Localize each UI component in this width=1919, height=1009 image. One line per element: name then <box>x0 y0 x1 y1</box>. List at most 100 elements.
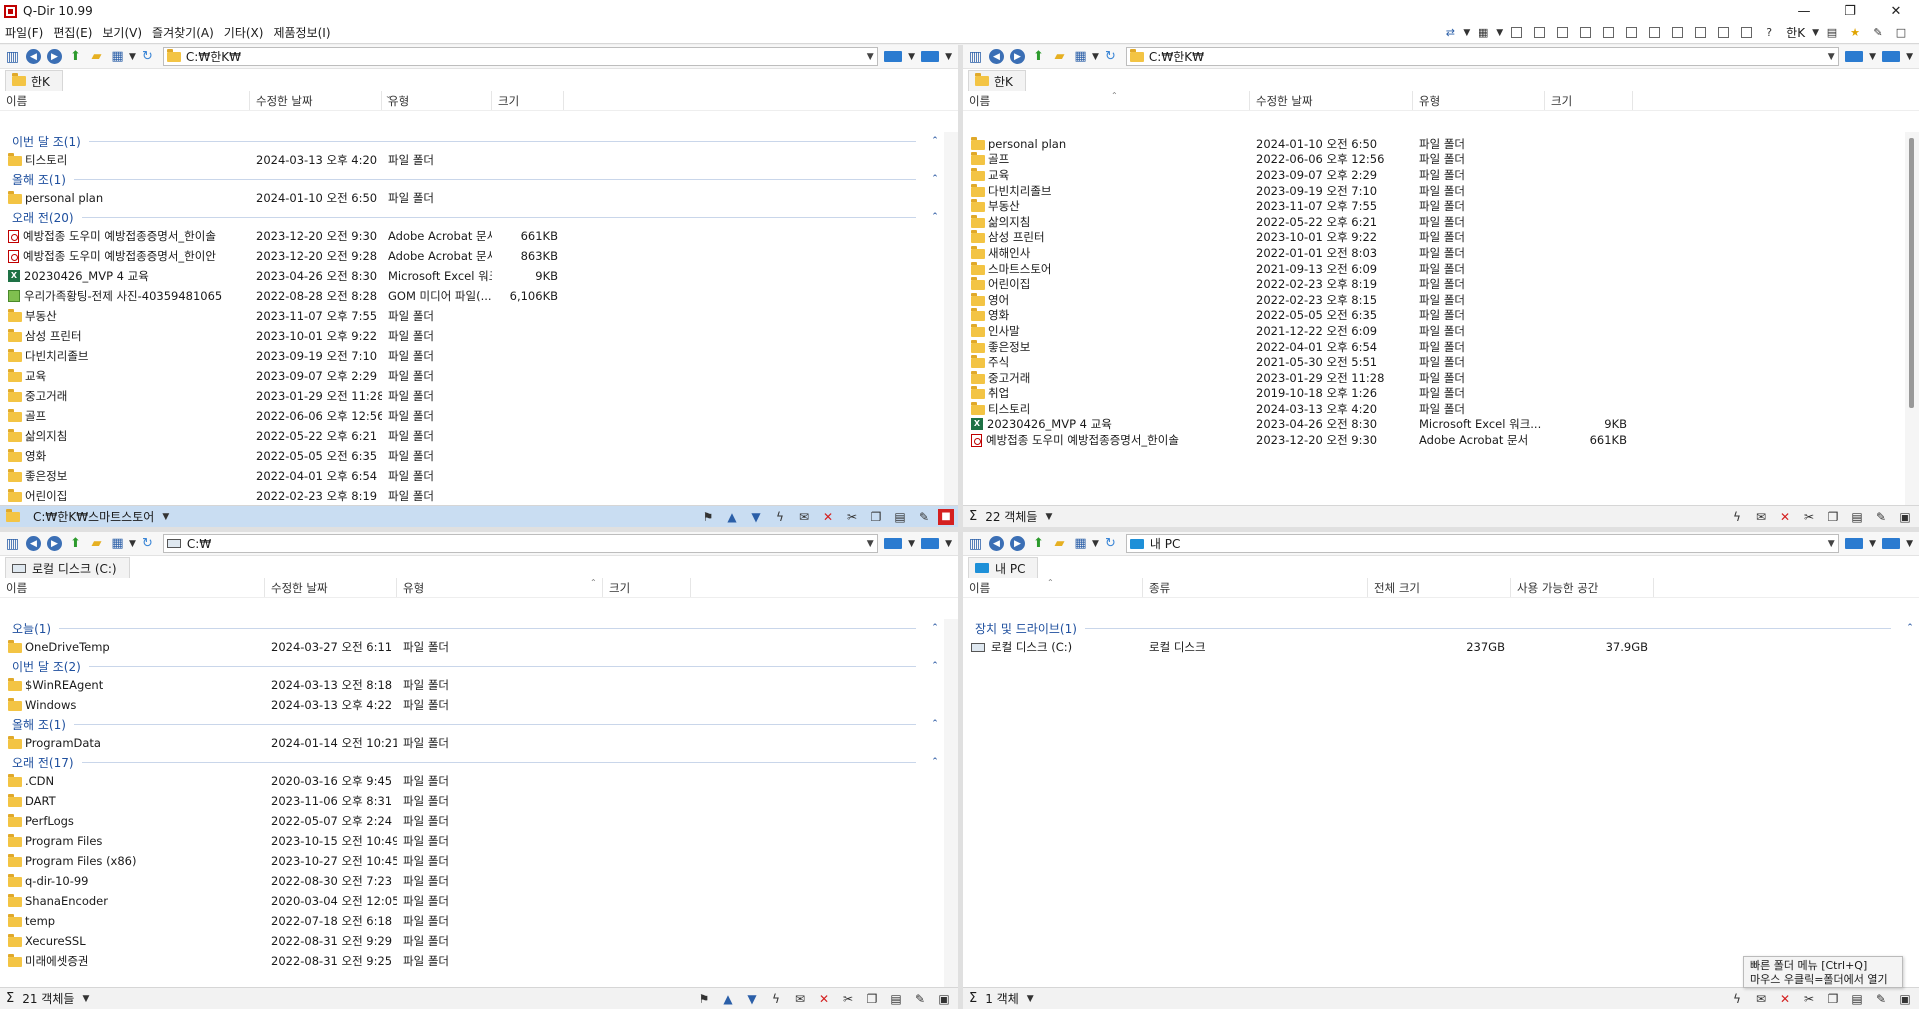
address-bar[interactable]: C:₩ ▼ <box>162 534 879 553</box>
list-item[interactable]: 삼성 프린터 2023-10-01 오후 9:22 파일 폴더 <box>0 326 944 346</box>
item-name[interactable]: Windows <box>0 698 265 712</box>
refresh-icon[interactable]: ↻ <box>1101 534 1120 553</box>
item-name[interactable]: 새해인사 <box>963 245 1250 261</box>
item-name[interactable]: temp <box>0 914 265 928</box>
star-icon[interactable]: ★ <box>1845 25 1865 41</box>
rename-icon[interactable]: ✎ <box>1871 990 1891 1008</box>
list-item[interactable]: 골프 2022-06-06 오후 12:56 파일 폴더 <box>963 152 1905 168</box>
view-mode-icon[interactable]: ▦ <box>108 534 127 553</box>
up-icon[interactable]: ⬆ <box>1029 534 1048 553</box>
mail-icon[interactable]: ✉ <box>1751 508 1771 526</box>
back-icon[interactable]: ◀ <box>26 536 41 551</box>
list-item[interactable]: 주식 2021-05-30 오전 5:51 파일 폴더 <box>963 354 1905 370</box>
list-item[interactable]: 미래에셋증권 2022-08-31 오전 9:25 파일 폴더 <box>0 951 944 971</box>
item-name[interactable]: 교육 <box>0 368 250 384</box>
column-name[interactable]: 이름 <box>0 578 265 597</box>
column-date[interactable]: 수정한 날짜 <box>250 91 382 110</box>
group-header[interactable]: 이번 달 조(1) ⌃ <box>0 132 944 150</box>
delete-icon[interactable]: ✕ <box>818 508 838 526</box>
up-icon[interactable]: ⬆ <box>66 534 85 553</box>
chevron-up-icon[interactable]: ⌃ <box>926 136 944 146</box>
monitor-2-icon[interactable] <box>921 51 940 62</box>
chevron-up-icon[interactable]: ⌃ <box>926 212 944 222</box>
list-item[interactable]: 티스토리 2024-03-13 오후 4:20 파일 폴더 <box>963 401 1905 417</box>
list-item[interactable]: 다빈치리졸브 2023-09-19 오전 7:10 파일 폴더 <box>0 346 944 366</box>
refresh-icon[interactable]: ↻ <box>138 534 157 553</box>
list-item[interactable]: 우리가족황팅-전제 사진-40359481065 2022-08-28 오전 8:… <box>0 286 944 306</box>
item-name[interactable]: 다빈치리졸브 <box>0 348 250 364</box>
list-item[interactable]: 스마트스토어 2021-09-13 오전 6:09 파일 폴더 <box>963 261 1905 277</box>
up-icon[interactable]: ⬆ <box>66 47 85 66</box>
item-name[interactable]: 티스토리 <box>963 401 1250 417</box>
scrollbar[interactable] <box>1905 132 1919 505</box>
scrollbar[interactable] <box>944 132 958 505</box>
column-type[interactable]: 유형 <box>1413 91 1545 110</box>
item-name[interactable]: 예방접종 도우미 예방접종증명서_한이솔 <box>963 432 1250 448</box>
column-size[interactable]: 크기 <box>603 578 691 597</box>
menu-info[interactable]: 제품정보(I) <box>268 24 335 41</box>
item-name[interactable]: 삼성 프린터 <box>963 229 1250 245</box>
list-item[interactable]: 좋은정보 2022-04-01 오후 6:54 파일 폴더 <box>0 466 944 486</box>
rename-icon[interactable]: ✎ <box>914 508 934 526</box>
menu-view[interactable]: 보기(V) <box>97 24 147 41</box>
forward-icon[interactable]: ▶ <box>1010 536 1025 551</box>
up-icon[interactable]: ⬆ <box>1029 47 1048 66</box>
item-name[interactable]: 좋은정보 <box>963 339 1250 355</box>
flash-icon[interactable]: ϟ <box>766 990 786 1008</box>
panel-icon[interactable]: ▥ <box>3 47 22 66</box>
move-down-icon[interactable]: ▼ <box>742 990 762 1008</box>
layout-6-icon[interactable] <box>1621 25 1641 41</box>
item-name[interactable]: DART <box>0 794 265 808</box>
list-item[interactable]: 영화 2022-05-05 오전 6:35 파일 폴더 <box>963 308 1905 324</box>
list-item[interactable]: 새해인사 2022-01-01 오전 8:03 파일 폴더 <box>963 245 1905 261</box>
address-text[interactable]: 내 PC <box>1150 535 1824 552</box>
copy-icon[interactable]: ❐ <box>1823 990 1843 1008</box>
chevron-up-icon[interactable]: ⌃ <box>926 661 944 671</box>
list-item[interactable]: 어린이집 2022-02-23 오후 8:19 파일 폴더 <box>963 276 1905 292</box>
chevron-down-icon[interactable]: ▼ <box>863 52 877 62</box>
item-name[interactable]: .CDN <box>0 774 265 788</box>
list-item[interactable]: 삶의지침 2022-05-22 오후 6:21 파일 폴더 <box>963 214 1905 230</box>
maximize-button[interactable]: ❐ <box>1827 0 1873 22</box>
chevron-up-icon[interactable]: ⌃ <box>926 719 944 729</box>
new-folder-icon[interactable]: ▰ <box>87 47 106 66</box>
menu-favorites[interactable]: 즐겨찾기(A) <box>147 24 219 41</box>
column-date[interactable]: 수정한 날짜 <box>265 578 397 597</box>
list-item[interactable]: 삼성 프린터 2023-10-01 오후 9:22 파일 폴더 <box>963 230 1905 246</box>
item-name[interactable]: Program Files (x86) <box>0 854 265 868</box>
paste-icon[interactable]: ▤ <box>1847 990 1867 1008</box>
copy-icon[interactable]: ❐ <box>862 990 882 1008</box>
refresh-icon[interactable]: ↻ <box>138 47 157 66</box>
window-icon[interactable]: □ <box>1891 25 1911 41</box>
item-name[interactable]: 우리가족황팅-전제 사진-40359481065 <box>0 288 250 304</box>
move-down-icon[interactable]: ▼ <box>746 508 766 526</box>
scrollbar[interactable] <box>944 619 958 987</box>
layout-5-icon[interactable] <box>1598 25 1618 41</box>
monitor-icon[interactable] <box>884 51 903 62</box>
paste-icon[interactable]: ▤ <box>1847 508 1867 526</box>
item-name[interactable]: Program Files <box>0 834 265 848</box>
item-name[interactable]: 부동산 <box>963 198 1250 214</box>
cut-icon[interactable]: ✂ <box>842 508 862 526</box>
list-item[interactable]: OneDriveTemp 2024-03-27 오전 6:11 파일 폴더 <box>0 637 944 657</box>
item-name[interactable]: 미래에셋증권 <box>0 953 265 969</box>
item-name[interactable]: XecureSSL <box>0 934 265 948</box>
group-header[interactable]: 오래 전(17) ⌃ <box>0 753 944 771</box>
delete-icon[interactable]: ✕ <box>1775 508 1795 526</box>
help-icon[interactable]: ? <box>1759 25 1779 41</box>
back-icon[interactable]: ◀ <box>26 49 41 64</box>
list-item[interactable]: Program Files (x86) 2023-10-27 오전 10:45 파일… <box>0 851 944 871</box>
app-icon[interactable] <box>4 4 17 18</box>
item-name[interactable]: 예방접종 도우미 예방접종증명서_한이안 <box>0 248 250 264</box>
address-bar[interactable]: C:₩한K₩ ▼ <box>1125 47 1840 66</box>
item-name[interactable]: X 20230426_MVP 4 교육 <box>0 268 250 284</box>
menu-extras[interactable]: 기타(X) <box>219 24 269 41</box>
mail-icon[interactable]: ✉ <box>794 508 814 526</box>
item-name[interactable]: OneDriveTemp <box>0 640 265 654</box>
tab-pc[interactable]: 내 PC <box>968 557 1039 578</box>
layout-icon[interactable]: ▦ <box>1473 25 1493 41</box>
panel-icon[interactable]: ▥ <box>966 47 985 66</box>
list-item[interactable]: 삶의지침 2022-05-22 오후 6:21 파일 폴더 <box>0 426 944 446</box>
new-folder-icon[interactable]: ▰ <box>1050 534 1069 553</box>
layout-8-icon[interactable] <box>1667 25 1687 41</box>
